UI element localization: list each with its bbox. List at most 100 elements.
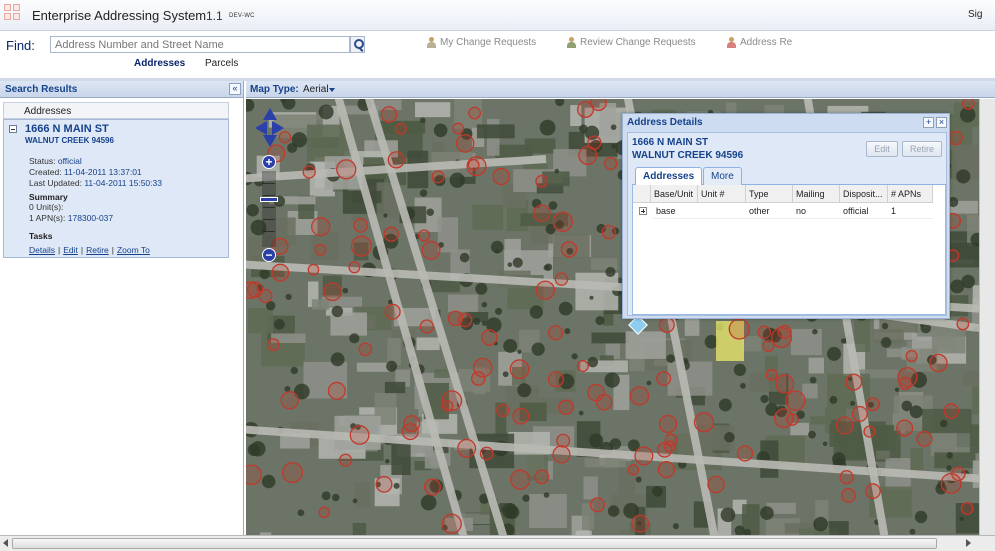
map-tree xyxy=(946,452,953,459)
map-tree xyxy=(718,398,732,412)
map-vertical-scrollbar[interactable] xyxy=(979,99,995,535)
review-change-requests-link[interactable]: Review Change Requests xyxy=(566,37,696,48)
chevron-down-icon[interactable] xyxy=(329,88,335,92)
status-value: official xyxy=(57,156,82,166)
tab-parcels[interactable]: Parcels xyxy=(205,58,238,69)
map-tree xyxy=(740,382,746,389)
map-tree xyxy=(261,474,276,489)
pan-right-icon[interactable] xyxy=(272,121,284,135)
close-icon[interactable]: × xyxy=(936,117,947,128)
grid-header[interactable]: Disposit... xyxy=(840,185,888,203)
app-title: Enterprise Addressing System xyxy=(32,8,207,23)
details-tabs: Addresses More xyxy=(632,167,946,185)
map-tree xyxy=(880,337,892,348)
address-marker xyxy=(897,367,918,388)
row-expand-icon[interactable] xyxy=(639,207,647,215)
tab-addresses[interactable]: Addresses xyxy=(134,58,185,69)
address-marker xyxy=(380,106,398,123)
map-block xyxy=(434,369,450,378)
task-details-link[interactable]: Details xyxy=(29,245,55,255)
map-tree xyxy=(595,316,605,326)
collapse-toggle-icon[interactable] xyxy=(9,125,17,133)
map-block xyxy=(311,299,330,310)
address-review-link[interactable]: Address Re xyxy=(726,37,792,48)
map-tree xyxy=(246,204,259,217)
retire-button[interactable]: Retire xyxy=(902,141,942,157)
scroll-left-icon[interactable] xyxy=(3,539,8,547)
tab-addresses[interactable]: Addresses xyxy=(635,167,703,185)
map-tree xyxy=(481,301,488,308)
address-marker xyxy=(929,353,948,373)
address-marker xyxy=(348,261,361,274)
search-icon[interactable] xyxy=(350,36,365,53)
my-change-requests-link[interactable]: My Change Requests xyxy=(426,37,536,48)
map-block xyxy=(575,272,619,311)
map-tree xyxy=(548,201,558,210)
person-icon xyxy=(426,37,437,48)
map-tree xyxy=(813,516,828,532)
map-tree xyxy=(332,493,340,502)
map-tree xyxy=(959,516,964,522)
map-tree xyxy=(610,124,617,131)
map-tree xyxy=(571,353,578,360)
map-tree xyxy=(250,441,266,457)
horizontal-scrollbar[interactable] xyxy=(0,535,995,551)
map-tree xyxy=(543,492,550,498)
task-zoom-to-link[interactable]: Zoom To xyxy=(117,245,150,255)
map-block xyxy=(529,494,567,529)
map-block xyxy=(810,416,831,425)
sign-in-link[interactable]: Sig xyxy=(968,9,982,20)
scrollbar-thumb[interactable] xyxy=(12,538,937,549)
grid-header[interactable]: Base/Unit xyxy=(651,185,698,203)
address-marker xyxy=(943,403,960,419)
grid-header[interactable]: # APNs xyxy=(888,185,933,203)
address-marker xyxy=(383,226,399,242)
map-tree xyxy=(459,252,470,263)
task-edit-link[interactable]: Edit xyxy=(63,245,78,255)
address-marker xyxy=(841,488,856,503)
map-tree xyxy=(672,523,679,530)
result-card[interactable]: 1666 N MAIN ST WALNUT CREEK 94596 Status… xyxy=(3,119,229,258)
pan-up-icon[interactable] xyxy=(263,108,277,120)
search-results-header: Search Results « xyxy=(0,81,243,98)
address-marker xyxy=(865,397,880,412)
grid-header[interactable]: Unit # xyxy=(698,185,746,203)
map-tree xyxy=(909,528,916,535)
map-block xyxy=(584,458,626,468)
zoom-out-icon[interactable]: − xyxy=(262,248,276,262)
zoom-in-icon[interactable]: + xyxy=(262,155,276,169)
zoom-slider[interactable] xyxy=(262,171,276,247)
map-tree xyxy=(587,356,599,368)
address-marker xyxy=(314,243,327,256)
map-tree xyxy=(589,433,604,448)
address-marker xyxy=(558,399,574,416)
collapse-icon[interactable]: « xyxy=(229,83,241,95)
pan-control[interactable] xyxy=(255,108,285,148)
person-icon xyxy=(726,37,737,48)
address-marker xyxy=(656,370,672,386)
zoom-slider-handle[interactable] xyxy=(260,197,278,202)
tab-more[interactable]: More xyxy=(703,167,742,185)
results-column-header: Addresses xyxy=(3,102,229,119)
task-retire-link[interactable]: Retire xyxy=(86,245,109,255)
edit-button[interactable]: Edit xyxy=(866,141,898,157)
pan-left-icon[interactable] xyxy=(255,121,267,135)
address-marker xyxy=(534,469,550,485)
grid-header[interactable]: Type xyxy=(746,185,793,203)
search-input[interactable] xyxy=(50,36,350,53)
scroll-right-icon[interactable] xyxy=(966,539,971,547)
map-block xyxy=(934,452,976,469)
address-marker xyxy=(851,405,868,422)
map-tree xyxy=(760,506,774,520)
map-tree xyxy=(503,338,518,353)
grid-header[interactable]: Mailing xyxy=(793,185,840,203)
map-type-select[interactable]: Aerial xyxy=(303,84,329,95)
map-tree xyxy=(388,299,393,305)
pan-down-icon[interactable] xyxy=(263,135,277,147)
maximize-icon[interactable]: + xyxy=(923,117,934,128)
grid-cell: official xyxy=(840,203,888,219)
map-block xyxy=(583,476,598,500)
map-block xyxy=(972,386,979,415)
address-marker xyxy=(375,475,393,493)
address-marker xyxy=(658,316,675,333)
